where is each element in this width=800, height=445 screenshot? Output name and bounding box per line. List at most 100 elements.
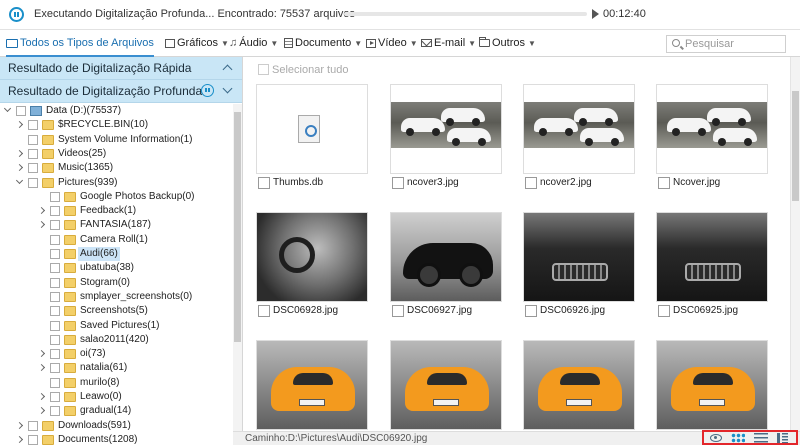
- tree-item[interactable]: oi(73): [0, 347, 232, 361]
- tree-item[interactable]: System Volume Information(1): [0, 133, 232, 147]
- checkbox[interactable]: [525, 305, 537, 317]
- file-card[interactable]: ncover3.jpg: [390, 84, 502, 196]
- file-card[interactable]: DSC06926.jpg: [523, 212, 635, 324]
- checkbox[interactable]: [28, 148, 38, 159]
- checkbox[interactable]: [50, 377, 60, 388]
- file-card[interactable]: [523, 340, 635, 431]
- tab-email[interactable]: E-mail ▼: [421, 31, 476, 57]
- grid-scrollbar[interactable]: [790, 57, 800, 431]
- preview-icon[interactable]: [709, 433, 723, 443]
- checkbox[interactable]: [50, 249, 60, 259]
- tree-item[interactable]: Documents(1208): [0, 433, 232, 445]
- details-icon[interactable]: [776, 433, 790, 443]
- chevron-down-icon[interactable]: [222, 83, 233, 94]
- checkbox[interactable]: [28, 120, 38, 131]
- thumbnail[interactable]: [523, 340, 635, 430]
- deep-scan-results-header[interactable]: Resultado de Digitalização Profunda: [0, 80, 242, 103]
- tree-item[interactable]: Videos(25): [0, 147, 232, 161]
- chevron-right-icon[interactable]: [37, 392, 46, 401]
- file-card[interactable]: [256, 340, 368, 431]
- tree-item[interactable]: Google Photos Backup(0): [0, 190, 232, 204]
- thumbnails-icon[interactable]: [731, 433, 745, 443]
- tab-audio[interactable]: ♫ Áudio ▼: [229, 31, 278, 57]
- tree-item[interactable]: Downloads(591): [0, 419, 232, 433]
- file-card[interactable]: Ncover.jpg: [656, 84, 768, 196]
- tree-item[interactable]: murilo(8): [0, 376, 232, 390]
- thumbnail[interactable]: [256, 212, 368, 302]
- checkbox[interactable]: [50, 234, 60, 245]
- file-card[interactable]: Thumbs.db: [256, 84, 368, 196]
- thumbnail[interactable]: [390, 84, 502, 174]
- checkbox[interactable]: [392, 177, 404, 189]
- checkbox[interactable]: [16, 106, 26, 116]
- checkbox[interactable]: [50, 263, 60, 274]
- chevron-right-icon[interactable]: [37, 350, 46, 358]
- tree-item[interactable]: gradual(14): [0, 404, 232, 418]
- checkbox[interactable]: [50, 392, 60, 402]
- thumbnail[interactable]: [656, 84, 768, 174]
- checkbox[interactable]: [50, 406, 60, 417]
- chevron-right-icon[interactable]: [37, 221, 46, 229]
- checkbox[interactable]: [525, 177, 537, 189]
- list-icon[interactable]: [754, 433, 768, 443]
- sidebar-scrollbar[interactable]: [233, 104, 242, 445]
- thumbnail[interactable]: [656, 340, 768, 430]
- tree-item[interactable]: salao2011(420): [0, 333, 232, 347]
- tab-graphics[interactable]: Gráficos ▼: [165, 31, 229, 57]
- checkbox[interactable]: [392, 305, 404, 317]
- tree-item[interactable]: Music(1365): [0, 161, 232, 175]
- thumbnail[interactable]: [390, 212, 502, 302]
- tree-item[interactable]: Stogram(0): [0, 276, 232, 290]
- tree-item[interactable]: natalia(61): [0, 361, 232, 375]
- checkbox[interactable]: [50, 334, 60, 345]
- tree-item[interactable]: Screenshots(5): [0, 304, 232, 318]
- file-card[interactable]: ncover2.jpg: [523, 84, 635, 196]
- file-card[interactable]: DSC06928.jpg: [256, 212, 368, 324]
- thumbnail[interactable]: [256, 84, 368, 174]
- chevron-down-icon[interactable]: [15, 176, 24, 184]
- tab-others[interactable]: Outros ▼: [479, 31, 536, 57]
- file-card[interactable]: [390, 340, 502, 431]
- chevron-right-icon[interactable]: [37, 407, 46, 415]
- checkbox[interactable]: [28, 134, 38, 145]
- checkbox[interactable]: [28, 434, 38, 445]
- thumbnail[interactable]: [656, 212, 768, 302]
- checkbox[interactable]: [258, 305, 270, 317]
- tree-item[interactable]: $RECYCLE.BIN(10): [0, 118, 232, 132]
- chevron-right-icon[interactable]: [15, 421, 24, 429]
- checkbox[interactable]: [50, 206, 60, 217]
- checkbox[interactable]: [50, 220, 60, 231]
- tree-item[interactable]: FANTASIA(187): [0, 218, 232, 232]
- chevron-right-icon[interactable]: [37, 364, 46, 372]
- search-icon[interactable]: [672, 39, 680, 47]
- pause-icon[interactable]: [9, 7, 24, 22]
- quick-scan-results-header[interactable]: Resultado de Digitalização Rápida: [0, 57, 242, 80]
- tree-item[interactable]: ubatuba(38): [0, 261, 232, 275]
- checkbox[interactable]: [658, 177, 670, 189]
- tree-item[interactable]: smplayer_screenshots(0): [0, 290, 232, 304]
- checkbox[interactable]: [50, 277, 60, 288]
- file-card[interactable]: DSC06927.jpg: [390, 212, 502, 324]
- pause-icon[interactable]: [201, 84, 214, 97]
- scrollbar-thumb[interactable]: [234, 112, 241, 342]
- thumbnail[interactable]: [523, 212, 635, 302]
- thumbnail[interactable]: [390, 340, 502, 430]
- file-card[interactable]: DSC06925.jpg: [656, 212, 768, 324]
- checkbox[interactable]: [258, 64, 269, 75]
- chevron-up-icon[interactable]: [222, 64, 233, 75]
- chevron-right-icon[interactable]: [15, 121, 24, 129]
- file-card[interactable]: [656, 340, 768, 431]
- checkbox[interactable]: [28, 420, 38, 431]
- tab-document[interactable]: Documento ▼: [284, 31, 362, 57]
- chevron-right-icon[interactable]: [15, 435, 24, 443]
- checkbox[interactable]: [28, 163, 38, 174]
- tree-item[interactable]: Feedback(1): [0, 204, 232, 218]
- tree-item[interactable]: Saved Pictures(1): [0, 319, 232, 333]
- checkbox[interactable]: [50, 363, 60, 374]
- checkbox[interactable]: [50, 306, 60, 317]
- tree-item[interactable]: Data (D:)(75537): [0, 104, 232, 118]
- tree-item[interactable]: Leawo(0): [0, 390, 232, 404]
- checkbox[interactable]: [50, 291, 60, 302]
- chevron-right-icon[interactable]: [15, 149, 24, 157]
- chevron-down-icon[interactable]: [3, 104, 12, 113]
